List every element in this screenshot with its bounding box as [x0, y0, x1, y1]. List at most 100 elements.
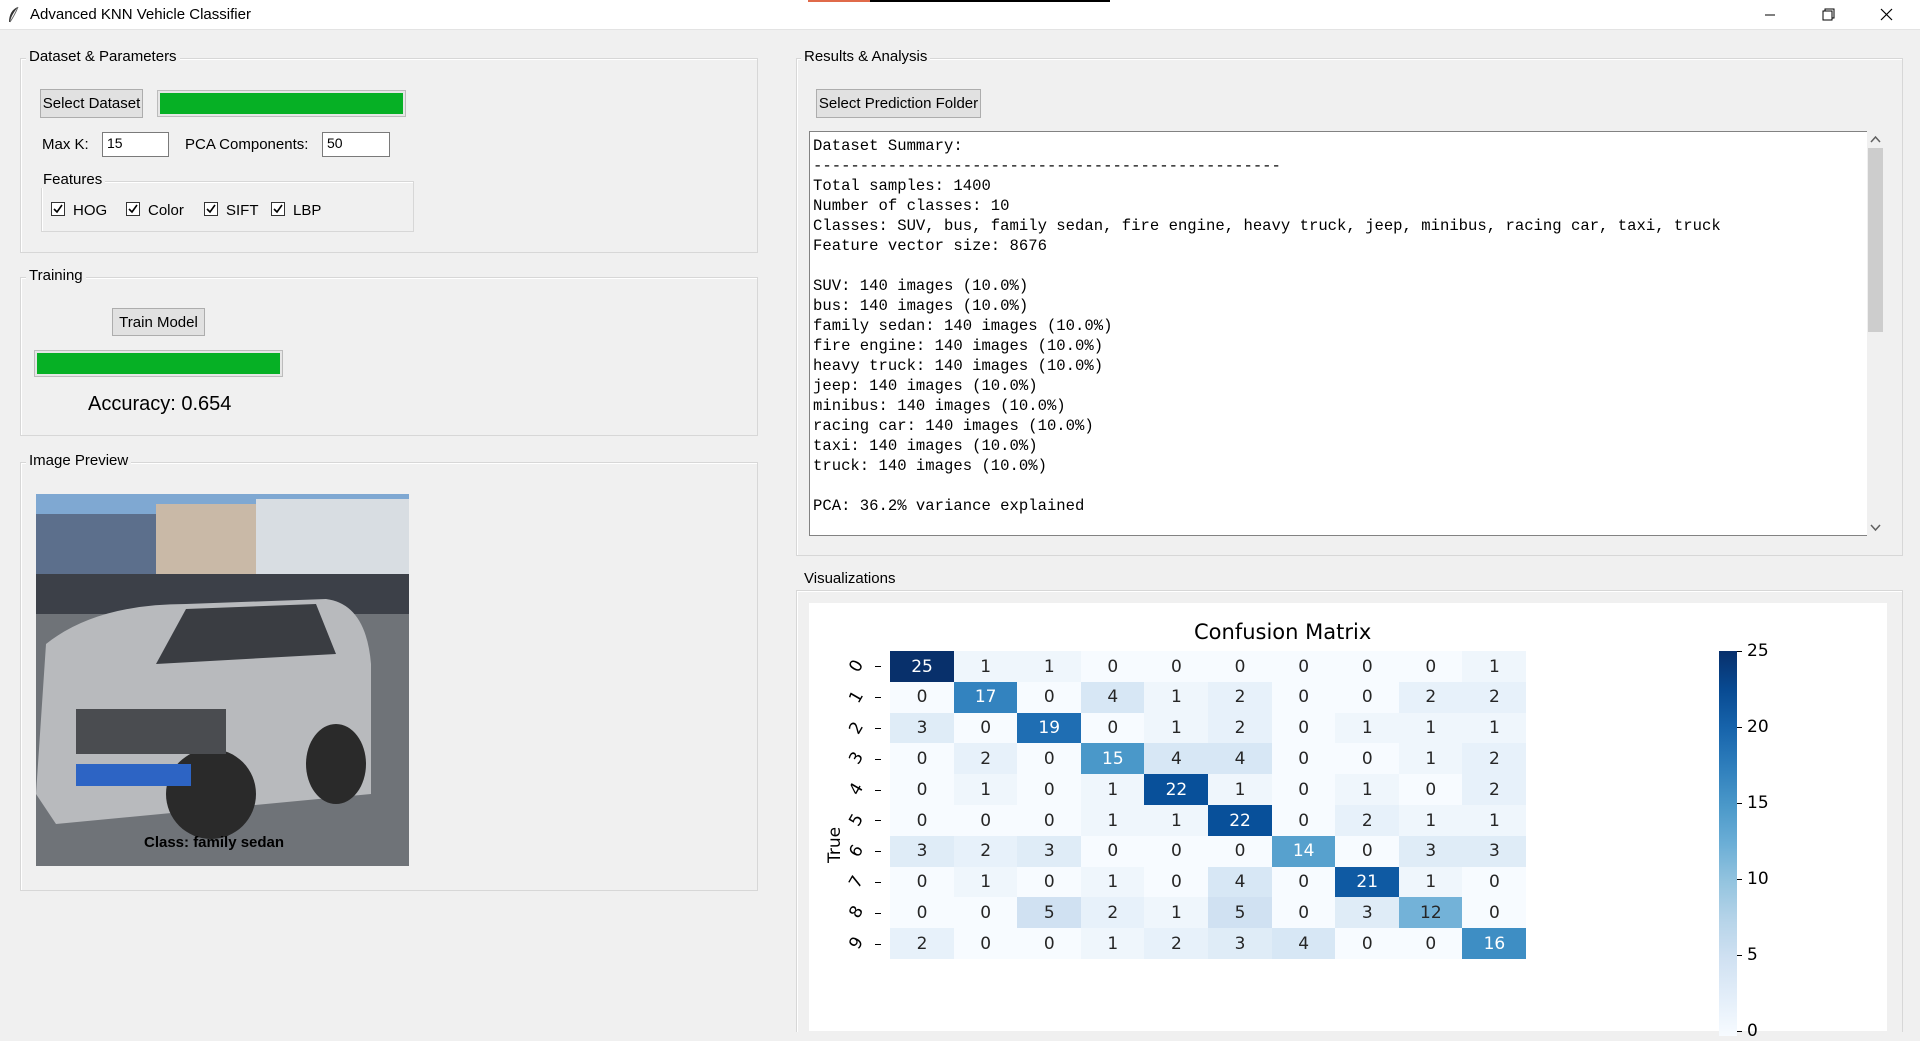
minimize-button[interactable] [1747, 0, 1793, 29]
pca-components-label: PCA Components: [185, 136, 309, 153]
dataset-progress-bar [157, 90, 406, 117]
close-icon [1880, 8, 1892, 21]
results-textbox[interactable]: Dataset Summary: ------------------------… [809, 131, 1868, 536]
heatmap-cell: 1 [1335, 774, 1400, 806]
heatmap-cell: 0 [1462, 897, 1527, 929]
heatmap-cell: 0 [1017, 743, 1082, 775]
results-line: taxi: 140 images (10.0%) [813, 437, 1038, 455]
results-line: fire engine: 140 images (10.0%) [813, 337, 1104, 355]
row-tick-label: 1 [845, 687, 869, 707]
heatmap-cell: 0 [1208, 651, 1273, 683]
close-button[interactable] [1863, 0, 1909, 29]
heatmap-cell: 0 [1398, 651, 1463, 683]
heatmap-cell: 3 [1017, 835, 1082, 868]
heatmap-cell: 14 [1271, 835, 1336, 868]
minimize-icon [1765, 14, 1775, 15]
results-line: truck: 140 images (10.0%) [813, 457, 1047, 475]
colorbar-tick-label: 20 [1747, 717, 1769, 737]
heatmap-cell: 0 [1080, 651, 1145, 683]
heatmap-cell: 1 [953, 651, 1018, 683]
checkmark-icon [206, 204, 216, 214]
heatmap-cell: 0 [1017, 774, 1082, 806]
max-k-label: Max K: [42, 136, 89, 153]
heatmap-cell: 1 [953, 774, 1018, 806]
results-line: Feature vector size: 8676 [813, 237, 1047, 255]
heatmap-cell: 5 [1208, 897, 1273, 929]
heatmap-cell: 2 [890, 928, 955, 960]
window-title: Advanced KNN Vehicle Classifier [30, 6, 251, 23]
heatmap-cell: 1 [1462, 805, 1527, 837]
colorbar-tick-mark [1737, 955, 1742, 956]
heatmap-cell: 1 [1462, 651, 1527, 683]
heatmap-cell: 0 [1335, 651, 1400, 683]
heatmap-cell: 3 [1462, 835, 1527, 868]
color-label: Color [148, 202, 184, 219]
heatmap-cell: 1 [1080, 774, 1145, 806]
heatmap-cell: 0 [1271, 681, 1336, 714]
heatmap-cell: 0 [1398, 928, 1463, 960]
heatmap-cell: 0 [1080, 835, 1145, 868]
colorbar-tick-mark [1737, 727, 1742, 728]
scroll-up-icon[interactable] [1867, 131, 1884, 148]
heatmap-cell: 0 [1462, 866, 1527, 898]
heatmap-cell: 1 [953, 866, 1018, 898]
train-model-button[interactable]: Train Model [112, 308, 205, 336]
results-line: PCA: 36.2% variance explained [813, 497, 1085, 515]
visualizations-title: Visualizations [801, 570, 899, 587]
heatmap-cell: 15 [1080, 743, 1145, 775]
heatmap-cell: 3 [1208, 928, 1273, 960]
color-checkbox[interactable] [126, 202, 140, 216]
heatmap-cell: 0 [890, 866, 955, 898]
dataset-params-title: Dataset & Parameters [26, 48, 180, 65]
heatmap-cell: 1 [1398, 866, 1463, 898]
confusion-matrix-figure: Confusion Matrix True 25 1 1 0 0 0 0 0 0 1 0 17 0 4 1 2… [809, 603, 1887, 1041]
colorbar-tick-mark [1737, 803, 1742, 804]
results-line: Number of classes: 10 [813, 197, 1010, 215]
scroll-down-icon[interactable] [1867, 519, 1884, 536]
pca-components-input[interactable]: 50 [322, 132, 390, 157]
row-tick-label: 3 [845, 749, 869, 769]
accuracy-label: Accuracy: 0.654 [88, 393, 232, 415]
select-dataset-button[interactable]: Select Dataset [40, 89, 143, 118]
heatmap-cell: 0 [1271, 743, 1336, 775]
heatmap-cell: 1 [1398, 712, 1463, 744]
heatmap-cell: 1 [1398, 805, 1463, 837]
heatmap-cell: 4 [1208, 743, 1273, 775]
heatmap-cell: 3 [890, 712, 955, 744]
max-k-input[interactable]: 15 [102, 132, 169, 157]
heatmap-cell: 2 [953, 743, 1018, 775]
heatmap-cell: 1 [1462, 712, 1527, 744]
lbp-checkbox[interactable] [271, 202, 285, 216]
row-tick-mark [875, 789, 881, 791]
results-scrollbar[interactable] [1867, 131, 1884, 536]
feather-icon [9, 6, 19, 23]
heatmap-cell: 0 [890, 774, 955, 806]
select-prediction-folder-button[interactable]: Select Prediction Folder [816, 89, 981, 118]
heatmap-cell: 0 [1144, 835, 1209, 868]
heatmap-cell: 0 [1017, 805, 1082, 837]
heatmap-cell: 4 [1271, 928, 1336, 960]
row-tick-mark [875, 820, 881, 822]
heatmap-cell: 2 [1462, 681, 1527, 714]
heatmap-cell: 0 [1398, 774, 1463, 806]
dataset-progress-fill [160, 93, 403, 114]
car-photo-placeholder [36, 494, 409, 866]
restore-button[interactable] [1805, 0, 1851, 29]
heatmap-cell: 0 [1271, 651, 1336, 683]
scrollbar-thumb[interactable] [1868, 148, 1883, 332]
heatmap-cell: 0 [1017, 866, 1082, 898]
heatmap-cell: 1 [1080, 928, 1145, 960]
heatmap-cell: 2 [1080, 897, 1145, 929]
results-line [813, 256, 1864, 276]
results-analysis-title: Results & Analysis [801, 48, 931, 65]
sift-checkbox[interactable] [204, 202, 218, 216]
hog-checkbox[interactable] [51, 202, 65, 216]
results-line: Dataset Summary: [813, 137, 963, 155]
heatmap-cell: 0 [1335, 743, 1400, 775]
lbp-label: LBP [293, 202, 322, 219]
heatmap-cell: 1 [1144, 712, 1209, 744]
heatmap-cell: 3 [1335, 897, 1400, 929]
heatmap-cell: 1 [1080, 805, 1145, 837]
colorbar-tick-label: 5 [1747, 945, 1758, 965]
vehicle-preview-image: Class: family sedan [36, 494, 409, 866]
